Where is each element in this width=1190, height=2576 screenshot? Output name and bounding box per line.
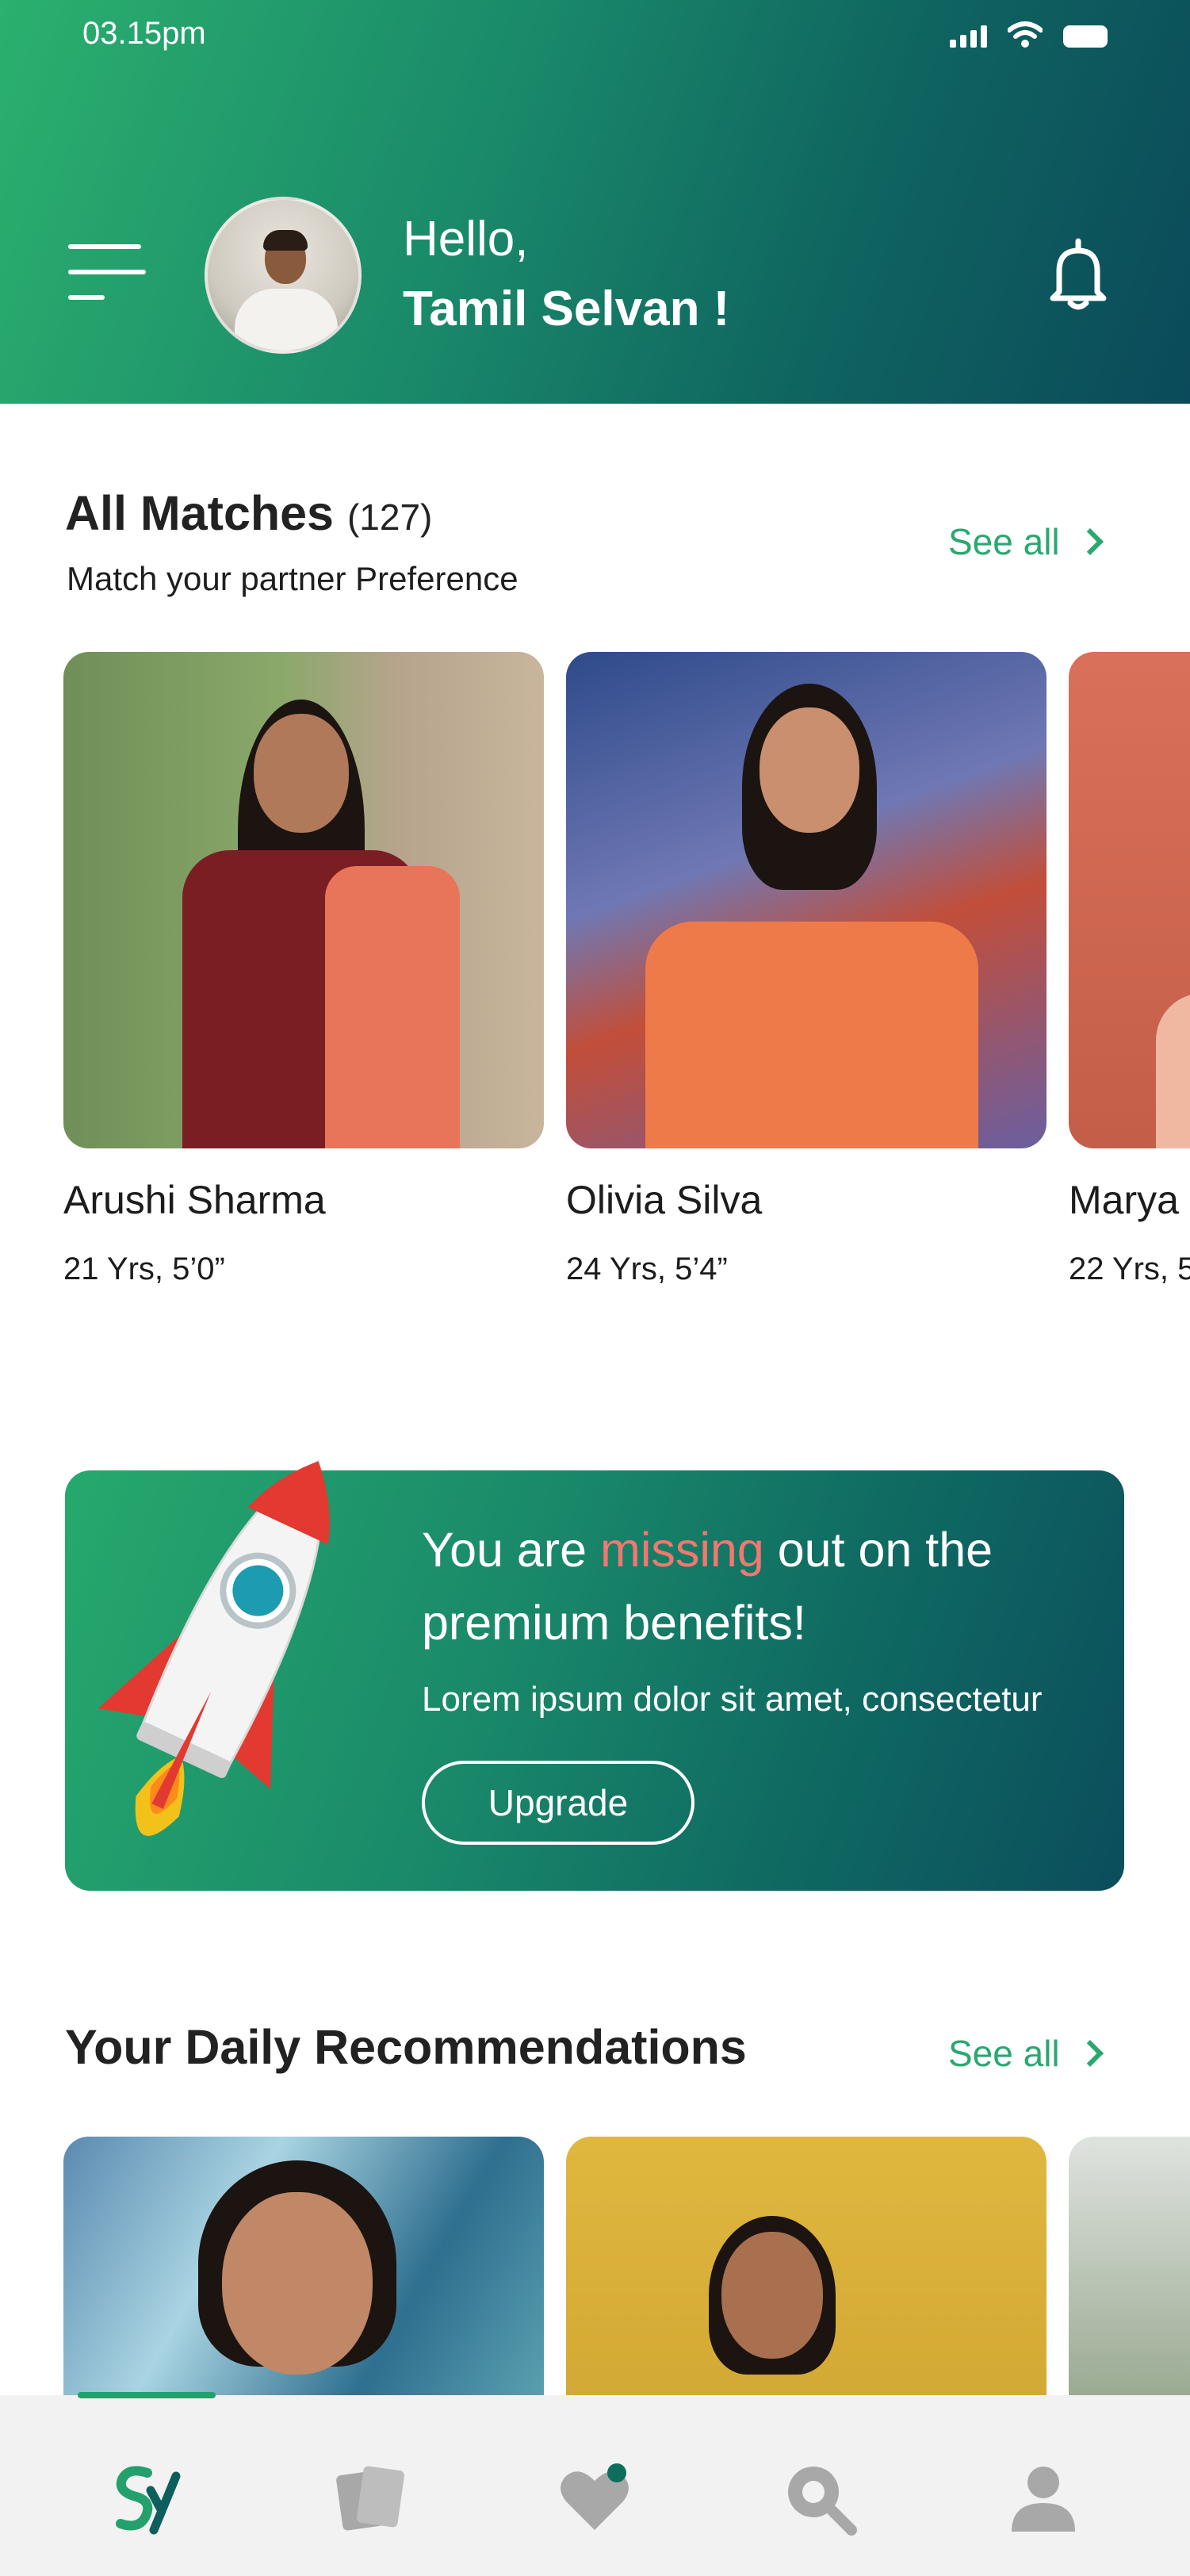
promo-title: You are missing out on the premium benef… — [422, 1513, 1104, 1659]
status-icons — [950, 21, 1108, 48]
match-card-2-name: Olivia Silva — [566, 1178, 763, 1222]
nav-heart-icon[interactable] — [555, 2459, 634, 2538]
match-card-3-name: Marya — [1069, 1178, 1179, 1222]
heart-icon — [561, 2463, 629, 2530]
nav-cards-icon[interactable] — [331, 2459, 411, 2538]
avatar[interactable] — [205, 197, 362, 354]
search-icon — [788, 2467, 857, 2536]
all-matches-see-all[interactable]: See all — [948, 520, 1104, 563]
match-card-1-meta: 21 Yrs, 5’0” — [63, 1252, 225, 1286]
recommendation-card-1[interactable] — [63, 2137, 544, 2398]
nav-home-logo-icon[interactable] — [106, 2459, 186, 2538]
chevron-right-icon — [1076, 2040, 1104, 2067]
menu-button[interactable] — [68, 244, 146, 303]
see-all-label: See all — [948, 2033, 1060, 2074]
home-logo-icon — [116, 2466, 181, 2535]
all-matches-count: (127) — [346, 496, 433, 538]
match-card-1-name: Arushi Sharma — [63, 1178, 326, 1222]
wifi-icon — [1008, 21, 1043, 48]
cards-icon — [336, 2466, 404, 2531]
match-card-2[interactable] — [566, 652, 1047, 1148]
promo-title-start: You are — [422, 1523, 600, 1577]
chevron-right-icon — [1076, 528, 1104, 555]
all-matches-heading: All Matches (127) — [65, 485, 432, 541]
recommendation-card-3[interactable] — [1069, 2137, 1190, 2398]
battery-icon — [1063, 25, 1108, 48]
match-card-1[interactable] — [63, 652, 544, 1148]
daily-recommendations-title: Your Daily Recommendations — [65, 2020, 747, 2074]
see-all-label: See all — [948, 521, 1060, 562]
greeting: Hello, Tamil Selvan ! — [403, 205, 729, 344]
daily-see-all[interactable]: See all — [948, 2032, 1104, 2075]
nav-profile-icon[interactable] — [1004, 2459, 1083, 2538]
nav-search-icon[interactable] — [780, 2459, 859, 2538]
nav-active-indicator — [78, 2392, 216, 2398]
notification-bell-icon[interactable] — [1045, 236, 1112, 312]
profile-icon — [1012, 2467, 1075, 2532]
app-header: 03.15pm Hello, Tamil Selvan ! — [0, 0, 1190, 404]
match-card-3-meta: 22 Yrs, 5 — [1069, 1252, 1190, 1286]
recommendation-card-2[interactable] — [566, 2137, 1047, 2398]
promo-description: Lorem ipsum dolor sit amet, consectetur — [422, 1680, 1043, 1719]
match-card-3[interactable] — [1069, 652, 1190, 1148]
promo-title-highlight: missing — [600, 1523, 764, 1577]
greeting-text: Hello, — [403, 212, 529, 266]
upgrade-button[interactable]: Upgrade — [422, 1761, 694, 1845]
match-card-2-meta: 24 Yrs, 5’4” — [566, 1252, 728, 1286]
cellular-signal-icon — [950, 24, 987, 48]
status-time: 03.15pm — [82, 16, 206, 51]
user-name: Tamil Selvan ! — [403, 282, 730, 336]
rocket-icon — [98, 1459, 330, 1836]
all-matches-subtitle: Match your partner Preference — [67, 560, 518, 597]
all-matches-title: All Matches — [65, 486, 334, 540]
